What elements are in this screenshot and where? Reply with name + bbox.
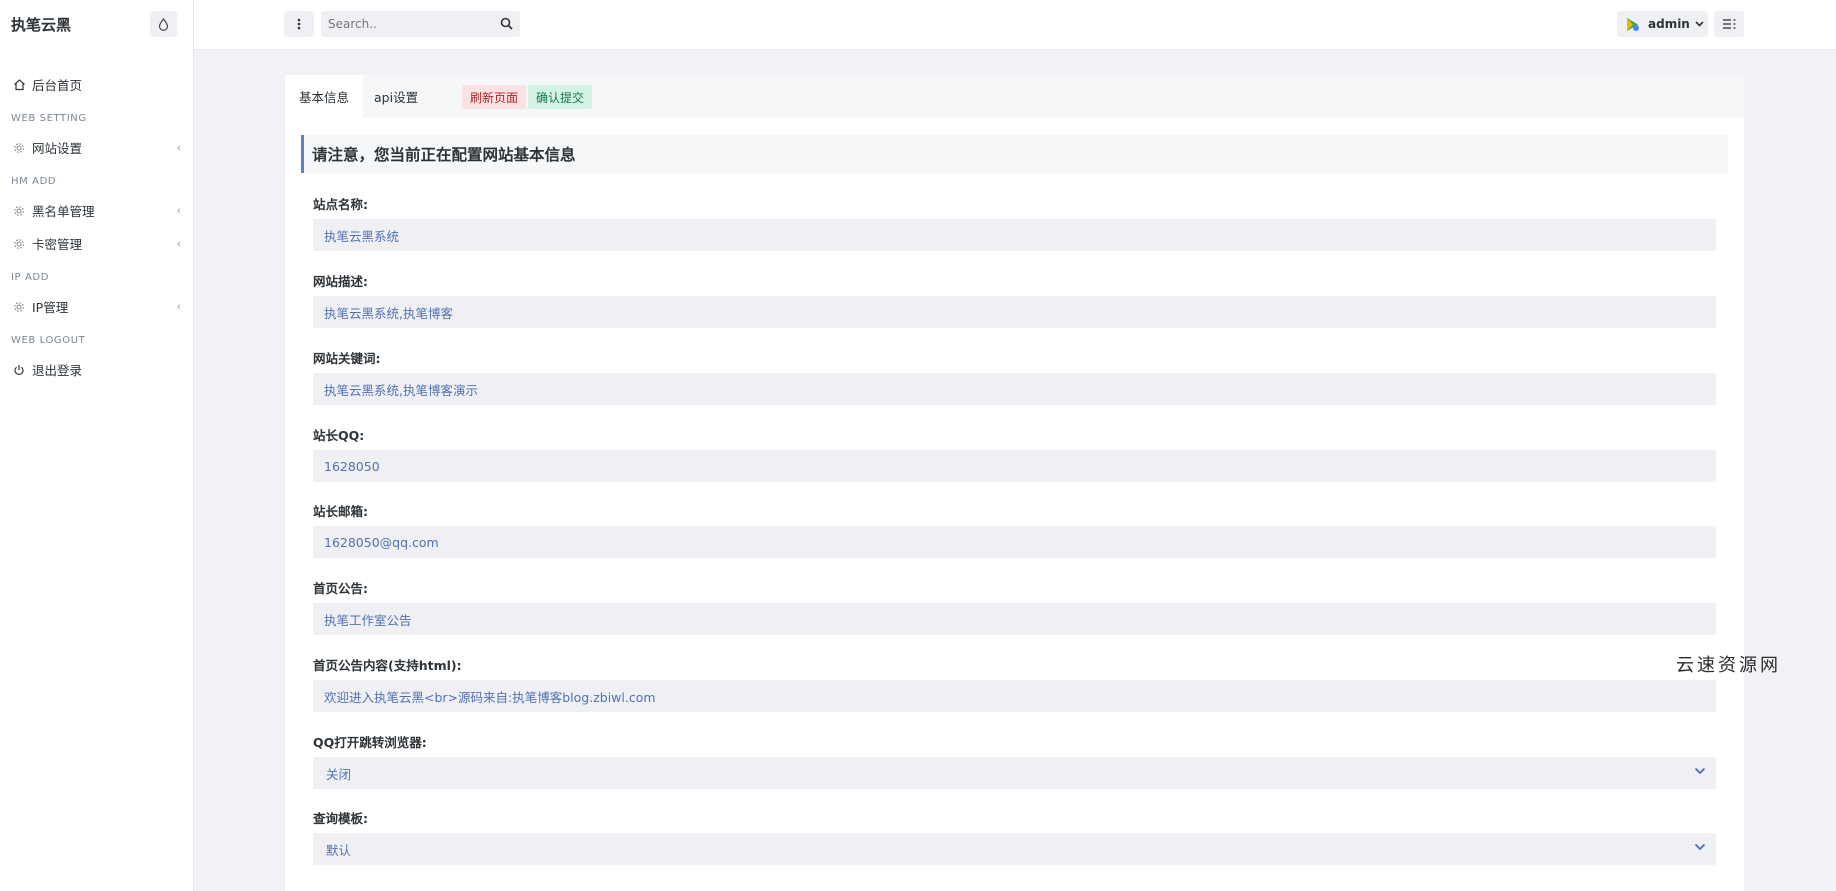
section-header-web-setting: WEB SETTING <box>11 113 87 124</box>
section-header-web-logout: WEB LOGOUT <box>11 335 86 346</box>
chevron-left-icon: ‹ <box>176 204 181 217</box>
sidebar-item-label: 退出登录 <box>32 363 83 378</box>
sidebar-item-site-settings[interactable]: 网站设置 ‹ <box>0 131 194 164</box>
confirm-submit-button[interactable]: 确认提交 <box>528 85 593 109</box>
chevron-down-icon <box>1694 843 1706 851</box>
tab-basic-info[interactable]: 基本信息 <box>285 75 364 118</box>
kebab-icon <box>297 18 301 30</box>
select-value: 默认 <box>326 842 352 858</box>
options-list-button[interactable] <box>1714 11 1744 37</box>
field-site-name: 站点名称: 执笔云黑系统 <box>313 194 1716 251</box>
chevron-down-icon <box>1695 21 1704 27</box>
field-label: 网站关键词: <box>313 351 381 366</box>
gear-icon <box>12 237 26 251</box>
site-keywords-input[interactable]: 执笔云黑系统,执笔博客演示 <box>313 373 1716 405</box>
sidebar-nav: 后台首页 WEB SETTING 网站设置 ‹ HM ADD 黑名单管理 ‹ 卡… <box>0 68 194 386</box>
field-admin-email: 站长邮箱: 1628050@qq.com <box>313 501 1716 558</box>
sidebar-item-ip-management[interactable]: IP管理 ‹ <box>0 290 194 323</box>
list-icon <box>1722 19 1735 29</box>
sidebar-item-label: IP管理 <box>32 300 69 315</box>
field-homepage-notice-content: 首页公告内容(支持html): 欢迎进入执笔云黑<br>源码来自:执笔博客blo… <box>313 655 1716 712</box>
user-name: admin <box>1648 17 1690 31</box>
select-value: 关闭 <box>326 766 352 782</box>
chevron-down-icon <box>1694 767 1706 775</box>
admin-qq-input[interactable]: 1628050 <box>313 450 1716 482</box>
chevron-left-icon: ‹ <box>176 141 181 154</box>
user-menu-button[interactable]: admin <box>1617 11 1708 37</box>
refresh-page-button[interactable]: 刷新页面 <box>462 85 527 109</box>
topbar: admin <box>194 0 1836 50</box>
sidebar-item-blacklist[interactable]: 黑名单管理 ‹ <box>0 194 194 227</box>
homepage-notice-input[interactable]: 执笔工作室公告 <box>313 603 1716 635</box>
sidebar-item-label: 后台首页 <box>32 78 83 93</box>
field-label: 站长邮箱: <box>313 504 368 519</box>
search-box <box>321 11 520 37</box>
field-qq-redirect-browser: QQ打开跳转浏览器: 关闭 <box>313 732 1716 789</box>
gear-icon <box>12 300 26 314</box>
homepage-notice-content-input[interactable]: 欢迎进入执笔云黑<br>源码来自:执笔博客blog.zbiwl.com <box>313 680 1716 712</box>
chevron-left-icon: ‹ <box>176 300 181 313</box>
field-label: 站长QQ: <box>313 428 365 443</box>
section-header-hm-add: HM ADD <box>11 176 57 187</box>
sidebar-item-label: 黑名单管理 <box>32 204 95 219</box>
sidebar-item-label: 网站设置 <box>32 141 83 156</box>
sidebar: 执笔云黑 后台首页 WEB SETTING 网站设置 ‹ HM ADD 黑名单管… <box>0 0 194 891</box>
field-label: 站点名称: <box>313 197 368 212</box>
watermark-text: 云速资源网 <box>1676 655 1781 676</box>
field-label: 网站描述: <box>313 274 368 289</box>
search-input[interactable] <box>321 11 491 37</box>
tab-api-settings[interactable]: api设置 <box>360 75 432 118</box>
field-site-description: 网站描述: 执笔云黑系统,执笔博客 <box>313 271 1716 328</box>
theme-toggle-button[interactable] <box>150 11 177 37</box>
avatar <box>1627 17 1639 31</box>
field-homepage-notice: 首页公告: 执笔工作室公告 <box>313 578 1716 635</box>
site-name-input[interactable]: 执笔云黑系统 <box>313 219 1716 251</box>
gear-icon <box>12 141 26 155</box>
brand-logo[interactable]: 执笔云黑 <box>11 14 71 35</box>
search-icon[interactable] <box>500 17 513 34</box>
sidebar-item-logout[interactable]: 退出登录 <box>0 353 194 386</box>
admin-email-input[interactable]: 1628050@qq.com <box>313 526 1716 558</box>
sidebar-item-home[interactable]: 后台首页 <box>0 68 194 101</box>
field-label: 首页公告内容(支持html): <box>313 658 462 673</box>
droplet-icon <box>158 17 169 31</box>
home-icon <box>12 78 26 92</box>
card-header: 基本信息 api设置 刷新页面 确认提交 <box>285 75 1744 118</box>
power-icon <box>12 363 26 377</box>
notice-banner: 请注意，您当前正在配置网站基本信息 <box>301 135 1728 173</box>
field-admin-qq: 站长QQ: 1628050 <box>313 425 1716 482</box>
settings-card: 基本信息 api设置 刷新页面 确认提交 请注意，您当前正在配置网站基本信息 站… <box>285 75 1744 891</box>
more-menu-button[interactable] <box>284 11 314 37</box>
chevron-left-icon: ‹ <box>176 237 181 250</box>
section-header-ip-add: IP ADD <box>11 272 49 283</box>
field-query-template: 查询模板: 默认 <box>313 808 1716 865</box>
query-template-select[interactable]: 默认 <box>313 833 1716 865</box>
sidebar-item-card-keys[interactable]: 卡密管理 ‹ <box>0 227 194 260</box>
field-label: 查询模板: <box>313 811 368 826</box>
gear-icon <box>12 204 26 218</box>
qq-redirect-select[interactable]: 关闭 <box>313 757 1716 789</box>
field-label: QQ打开跳转浏览器: <box>313 735 427 750</box>
site-description-input[interactable]: 执笔云黑系统,执笔博客 <box>313 296 1716 328</box>
field-label: 首页公告: <box>313 581 368 596</box>
field-site-keywords: 网站关键词: 执笔云黑系统,执笔博客演示 <box>313 348 1716 405</box>
sidebar-item-label: 卡密管理 <box>32 237 83 252</box>
